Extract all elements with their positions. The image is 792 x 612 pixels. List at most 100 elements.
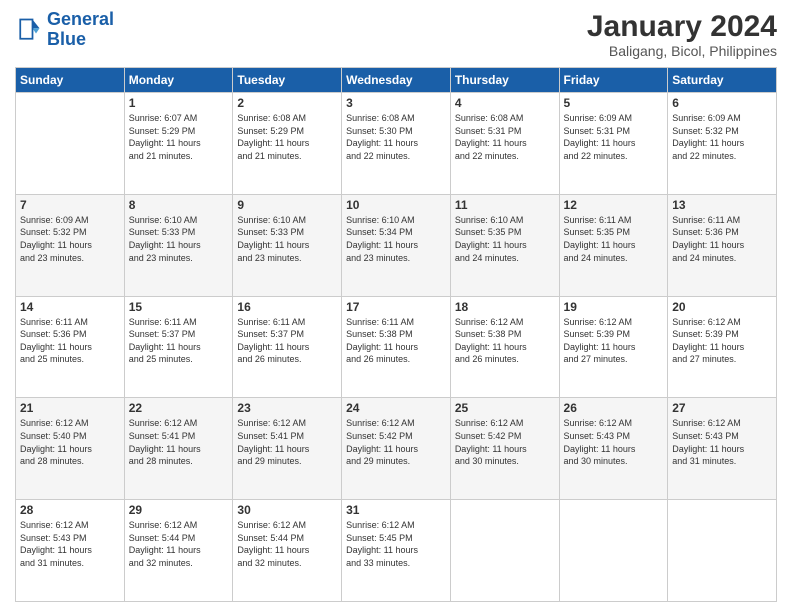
- day-number: 22: [129, 401, 229, 415]
- day-number: 1: [129, 96, 229, 110]
- calendar-cell: 2 Sunrise: 6:08 AMSunset: 5:29 PMDaylight…: [233, 93, 342, 195]
- cell-content: Sunrise: 6:12 AMSunset: 5:40 PMDaylight:…: [20, 417, 120, 467]
- calendar-cell: 11Sunrise: 6:10 AMSunset: 5:35 PMDayligh…: [450, 194, 559, 296]
- calendar-cell: 25Sunrise: 6:12 AMSunset: 5:42 PMDayligh…: [450, 398, 559, 500]
- cell-content: Sunrise: 6:11 AMSunset: 5:36 PMDaylight:…: [672, 214, 772, 264]
- header-day-friday: Friday: [559, 68, 668, 93]
- cell-content: Sunrise: 6:11 AMSunset: 5:36 PMDaylight:…: [20, 316, 120, 366]
- logo-line2: Blue: [47, 29, 86, 49]
- header-row: SundayMondayTuesdayWednesdayThursdayFrid…: [16, 68, 777, 93]
- cell-content: Sunrise: 6:12 AMSunset: 5:45 PMDaylight:…: [346, 519, 446, 569]
- day-number: 17: [346, 300, 446, 314]
- logo-icon: [15, 16, 43, 44]
- day-number: 31: [346, 503, 446, 517]
- calendar-cell: 31 Sunrise: 6:12 AMSunset: 5:45 PMDayligh…: [342, 500, 451, 602]
- header-day-monday: Monday: [124, 68, 233, 93]
- week-row-3: 21 Sunrise: 6:12 AMSunset: 5:40 PMDayligh…: [16, 398, 777, 500]
- calendar-cell: 8 Sunrise: 6:10 AMSunset: 5:33 PMDaylight…: [124, 194, 233, 296]
- day-number: 7: [20, 198, 120, 212]
- day-number: 3: [346, 96, 446, 110]
- cell-content: Sunrise: 6:12 AMSunset: 5:43 PMDaylight:…: [564, 417, 664, 467]
- header-day-wednesday: Wednesday: [342, 68, 451, 93]
- day-number: 2: [237, 96, 337, 110]
- header-day-sunday: Sunday: [16, 68, 125, 93]
- day-number: 4: [455, 96, 555, 110]
- cell-content: Sunrise: 6:12 AMSunset: 5:42 PMDaylight:…: [346, 417, 446, 467]
- day-number: 19: [564, 300, 664, 314]
- calendar-cell: [450, 500, 559, 602]
- calendar-cell: 26 Sunrise: 6:12 AMSunset: 5:43 PMDayligh…: [559, 398, 668, 500]
- cell-content: Sunrise: 6:11 AMSunset: 5:37 PMDaylight:…: [129, 316, 229, 366]
- logo-text: General Blue: [47, 10, 114, 50]
- calendar-cell: 10Sunrise: 6:10 AMSunset: 5:34 PMDayligh…: [342, 194, 451, 296]
- day-number: 5: [564, 96, 664, 110]
- cell-content: Sunrise: 6:12 AMSunset: 5:43 PMDaylight:…: [672, 417, 772, 467]
- calendar-cell: 23 Sunrise: 6:12 AMSunset: 5:41 PMDayligh…: [233, 398, 342, 500]
- cell-content: Sunrise: 6:10 AMSunset: 5:35 PMDaylight:…: [455, 214, 555, 264]
- day-number: 12: [564, 198, 664, 212]
- day-number: 28: [20, 503, 120, 517]
- day-number: 25: [455, 401, 555, 415]
- calendar-cell: 15 Sunrise: 6:11 AMSunset: 5:37 PMDayligh…: [124, 296, 233, 398]
- month-year: January 2024: [587, 10, 777, 43]
- calendar-cell: 28 Sunrise: 6:12 AMSunset: 5:43 PMDayligh…: [16, 500, 125, 602]
- day-number: 23: [237, 401, 337, 415]
- day-number: 29: [129, 503, 229, 517]
- calendar-cell: 5 Sunrise: 6:09 AMSunset: 5:31 PMDaylight…: [559, 93, 668, 195]
- cell-content: Sunrise: 6:10 AMSunset: 5:33 PMDaylight:…: [237, 214, 337, 264]
- calendar-cell: 3Sunrise: 6:08 AMSunset: 5:30 PMDaylight…: [342, 93, 451, 195]
- day-number: 8: [129, 198, 229, 212]
- day-number: 27: [672, 401, 772, 415]
- calendar-cell: 22 Sunrise: 6:12 AMSunset: 5:41 PMDayligh…: [124, 398, 233, 500]
- cell-content: Sunrise: 6:12 AMSunset: 5:44 PMDaylight:…: [129, 519, 229, 569]
- calendar-body: 1 Sunrise: 6:07 AMSunset: 5:29 PMDaylight…: [16, 93, 777, 602]
- calendar-cell: 18Sunrise: 6:12 AMSunset: 5:38 PMDayligh…: [450, 296, 559, 398]
- calendar-cell: 16 Sunrise: 6:11 AMSunset: 5:37 PMDayligh…: [233, 296, 342, 398]
- day-number: 26: [564, 401, 664, 415]
- week-row-4: 28 Sunrise: 6:12 AMSunset: 5:43 PMDayligh…: [16, 500, 777, 602]
- week-row-1: 7 Sunrise: 6:09 AMSunset: 5:32 PMDaylight…: [16, 194, 777, 296]
- calendar-cell: 17 Sunrise: 6:11 AMSunset: 5:38 PMDayligh…: [342, 296, 451, 398]
- calendar-cell: 29 Sunrise: 6:12 AMSunset: 5:44 PMDayligh…: [124, 500, 233, 602]
- calendar-cell: 1 Sunrise: 6:07 AMSunset: 5:29 PMDaylight…: [124, 93, 233, 195]
- day-number: 30: [237, 503, 337, 517]
- day-number: 6: [672, 96, 772, 110]
- day-number: 16: [237, 300, 337, 314]
- cell-content: Sunrise: 6:12 AMSunset: 5:39 PMDaylight:…: [672, 316, 772, 366]
- logo: General Blue: [15, 10, 114, 50]
- day-number: 21: [20, 401, 120, 415]
- cell-content: Sunrise: 6:11 AMSunset: 5:35 PMDaylight:…: [564, 214, 664, 264]
- calendar-cell: 21 Sunrise: 6:12 AMSunset: 5:40 PMDayligh…: [16, 398, 125, 500]
- header-day-saturday: Saturday: [668, 68, 777, 93]
- day-number: 18: [455, 300, 555, 314]
- cell-content: Sunrise: 6:08 AMSunset: 5:29 PMDaylight:…: [237, 112, 337, 162]
- header: General Blue January 2024 Baligang, Bico…: [15, 10, 777, 59]
- calendar-cell: 13 Sunrise: 6:11 AMSunset: 5:36 PMDayligh…: [668, 194, 777, 296]
- week-row-0: 1 Sunrise: 6:07 AMSunset: 5:29 PMDaylight…: [16, 93, 777, 195]
- calendar-cell: [16, 93, 125, 195]
- calendar-cell: 7 Sunrise: 6:09 AMSunset: 5:32 PMDaylight…: [16, 194, 125, 296]
- day-number: 13: [672, 198, 772, 212]
- header-day-thursday: Thursday: [450, 68, 559, 93]
- cell-content: Sunrise: 6:11 AMSunset: 5:38 PMDaylight:…: [346, 316, 446, 366]
- cell-content: Sunrise: 6:08 AMSunset: 5:31 PMDaylight:…: [455, 112, 555, 162]
- cell-content: Sunrise: 6:11 AMSunset: 5:37 PMDaylight:…: [237, 316, 337, 366]
- day-number: 9: [237, 198, 337, 212]
- cell-content: Sunrise: 6:12 AMSunset: 5:41 PMDaylight:…: [129, 417, 229, 467]
- cell-content: Sunrise: 6:12 AMSunset: 5:41 PMDaylight:…: [237, 417, 337, 467]
- day-number: 24: [346, 401, 446, 415]
- cell-content: Sunrise: 6:10 AMSunset: 5:33 PMDaylight:…: [129, 214, 229, 264]
- title-block: January 2024 Baligang, Bicol, Philippine…: [587, 10, 777, 59]
- day-number: 15: [129, 300, 229, 314]
- cell-content: Sunrise: 6:12 AMSunset: 5:43 PMDaylight:…: [20, 519, 120, 569]
- calendar-cell: 27 Sunrise: 6:12 AMSunset: 5:43 PMDayligh…: [668, 398, 777, 500]
- cell-content: Sunrise: 6:09 AMSunset: 5:32 PMDaylight:…: [20, 214, 120, 264]
- cell-content: Sunrise: 6:10 AMSunset: 5:34 PMDaylight:…: [346, 214, 446, 264]
- calendar-cell: 9 Sunrise: 6:10 AMSunset: 5:33 PMDaylight…: [233, 194, 342, 296]
- cell-content: Sunrise: 6:07 AMSunset: 5:29 PMDaylight:…: [129, 112, 229, 162]
- cell-content: Sunrise: 6:09 AMSunset: 5:32 PMDaylight:…: [672, 112, 772, 162]
- calendar-cell: 20 Sunrise: 6:12 AMSunset: 5:39 PMDayligh…: [668, 296, 777, 398]
- day-number: 20: [672, 300, 772, 314]
- calendar-cell: 6 Sunrise: 6:09 AMSunset: 5:32 PMDaylight…: [668, 93, 777, 195]
- cell-content: Sunrise: 6:09 AMSunset: 5:31 PMDaylight:…: [564, 112, 664, 162]
